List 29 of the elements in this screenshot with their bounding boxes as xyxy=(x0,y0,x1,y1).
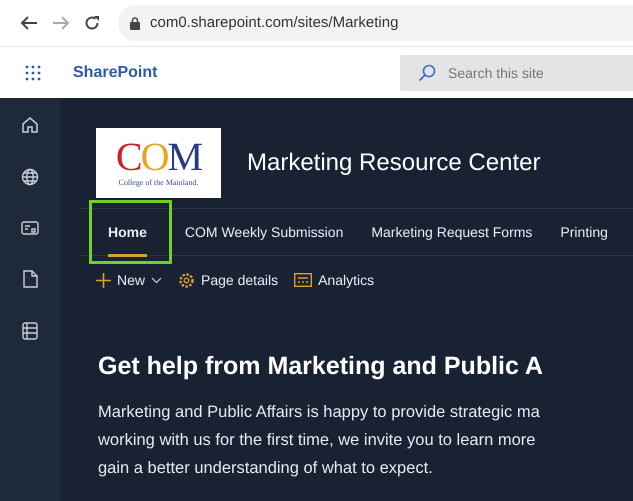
url-text: com0.sharepoint.com/sites/Marketing xyxy=(150,12,398,33)
section-heading: Get help from Marketing and Public A xyxy=(98,351,544,382)
nav-tab[interactable]: Marketing Request Forms xyxy=(357,210,546,254)
search-field[interactable]: Search this site xyxy=(400,54,633,90)
college-logo[interactable]: COM College of the Mainland. xyxy=(96,128,221,198)
chevron-icon xyxy=(151,276,162,284)
search-icon xyxy=(418,64,436,82)
address-bar[interactable]: com0.sharepoint.com/sites/Marketing xyxy=(118,5,633,41)
nav-tab[interactable]: Home xyxy=(90,201,171,263)
plus-icon xyxy=(96,272,111,288)
page-details-button[interactable]: Page details xyxy=(178,270,278,290)
reload-icon[interactable] xyxy=(84,15,100,31)
globe-icon[interactable] xyxy=(21,168,39,186)
analytics-button[interactable]: Analytics xyxy=(294,270,374,290)
home-icon[interactable] xyxy=(21,116,39,134)
nav-tab[interactable]: COM Weekly Submission xyxy=(170,210,358,254)
list-icon[interactable] xyxy=(22,322,38,340)
new-menu-button[interactable]: New xyxy=(96,270,162,290)
app-name[interactable]: SharePoint xyxy=(73,60,158,84)
lock-icon xyxy=(130,16,140,30)
chart-icon xyxy=(294,273,312,287)
news-icon[interactable] xyxy=(21,220,39,236)
document-icon[interactable] xyxy=(22,270,38,288)
back-icon[interactable] xyxy=(20,15,38,31)
app-launcher-icon[interactable] xyxy=(25,64,41,80)
nav-tab[interactable]: Printing xyxy=(546,210,622,254)
site-title: Marketing Resource Center xyxy=(247,148,540,178)
intro-paragraph: Marketing and Public Affairs is happy to provide strategic ma working with us for the first time, we invite you to learn more gain a better understanding of what to expect. xyxy=(98,402,541,478)
gear-icon xyxy=(178,272,196,288)
